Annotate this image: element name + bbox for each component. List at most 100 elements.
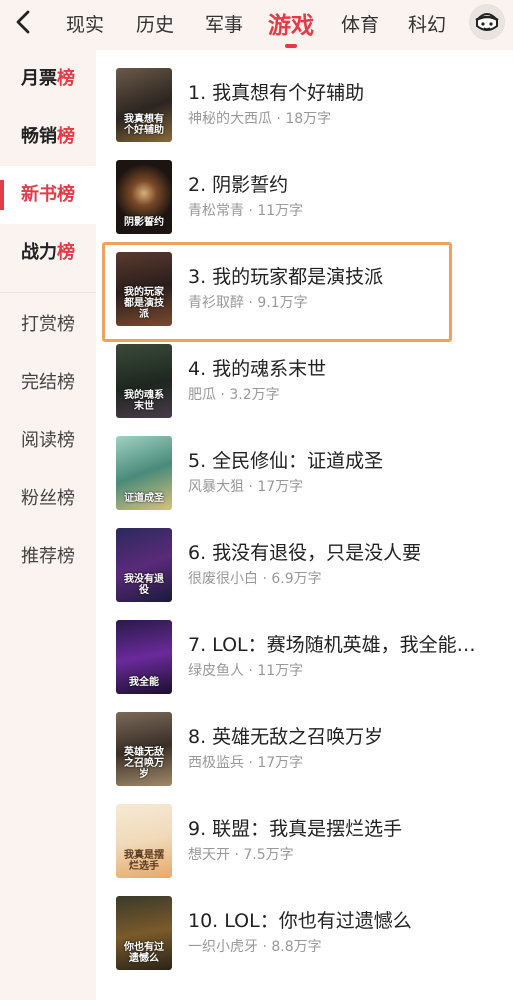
book-author: 西极监兵 [188,755,244,771]
sidebar-item-label: 推荐榜 [21,546,75,567]
book-title: 7. LOL：赛场随机英雄，我全能选手 [188,634,488,656]
book-cover: 我的魂系末世 [116,344,172,418]
book-author: 青衫取醉 [188,295,244,311]
list-item[interactable]: 我真想有个好辅助 1. 我真想有个好辅助 神秘的大西瓜 · 18万字 [96,50,513,142]
book-cover-title: 我真想有个好辅助 [124,114,164,136]
book-word-count: 17万字 [257,755,304,771]
sidebar-item-label-suffix: 榜 [57,126,75,147]
tab-tiyu[interactable]: 体育 [341,10,379,37]
book-cover-title: 我全能 [129,677,159,688]
book-title: 6. 我没有退役，只是没人要 [188,542,422,564]
book-title: 10. LOL：你也有过遗憾么 [188,910,412,932]
book-cover: 阴影誓约 [116,160,172,234]
list-item[interactable]: 我全能 7. LOL：赛场随机英雄，我全能选手 绿皮鱼人 · 11万字 [96,602,513,694]
book-meta: 青衫取醉 · 9.1万字 [188,295,308,311]
sidebar-item-label-suffix: 榜 [57,242,75,263]
chevron-left-icon [16,10,30,34]
book-meta: 想天开 · 7.5万字 [188,847,294,863]
sidebar-item-fensi[interactable]: 粉丝榜 [0,470,96,528]
tab-kehuan[interactable]: 科幻 [408,10,446,37]
list-item[interactable]: 证道成圣 5. 全民修仙：证道成圣 风暴大狙 · 17万字 [96,418,513,510]
sidebar-item-label: 粉丝榜 [21,488,75,509]
book-cover-title: 我的玩家都是演技派 [124,287,164,320]
book-word-count: 17万字 [257,479,304,495]
book-meta: 神秘的大西瓜 · 18万字 [188,111,332,127]
tab-junshi[interactable]: 军事 [205,10,243,37]
book-cover-title: 你也有过遗憾么 [124,942,164,964]
book-author: 想天开 [188,847,230,863]
tab-lishi[interactable]: 历史 [136,10,174,37]
book-author: 绿皮鱼人 [188,663,244,679]
book-word-count: 6.9万字 [271,571,322,587]
book-word-count: 3.2万字 [229,387,280,403]
avatar[interactable] [469,4,505,40]
top-nav-bar: 现实 历史 军事 游戏 体育 科幻 [0,0,513,48]
book-title: 2. 阴影誓约 [188,174,289,196]
book-author: 风暴大狙 [188,479,244,495]
list-item[interactable]: 英雄无敌之召唤万岁 8. 英雄无敌之召唤万岁 西极监兵 · 17万字 [96,694,513,786]
book-author: 青松常青 [188,203,244,219]
list-item[interactable]: 我没有退役 6. 我没有退役，只是没人要 很废很小白 · 6.9万字 [96,510,513,602]
back-button[interactable] [10,8,38,36]
sidebar-divider [0,292,96,293]
tab-xianshi[interactable]: 现实 [66,10,104,37]
book-word-count: 11万字 [257,203,304,219]
book-cover: 我真是摆烂选手 [116,804,172,878]
sidebar-item-label: 新书榜 [21,184,75,205]
book-ranking-list: 我真想有个好辅助 1. 我真想有个好辅助 神秘的大西瓜 · 18万字 阴影誓约 … [96,50,513,1000]
book-word-count: 8.8万字 [271,939,322,955]
sidebar-item-yuedu[interactable]: 阅读榜 [0,412,96,470]
avatar-icon [470,5,504,39]
sidebar-item-label: 完结榜 [21,372,75,393]
book-author: 神秘的大西瓜 [188,111,272,127]
book-cover: 我没有退役 [116,528,172,602]
book-author: 肥瓜 [188,387,216,403]
sidebar-item-dashang[interactable]: 打赏榜 [0,296,96,354]
book-word-count: 18万字 [285,111,332,127]
book-cover: 我的玩家都是演技派 [116,252,172,326]
book-word-count: 11万字 [257,663,304,679]
active-tab-indicator [285,44,297,48]
list-item[interactable]: 阴影誓约 2. 阴影誓约 青松常青 · 11万字 [96,142,513,234]
book-title: 9. 联盟：我真是摆烂选手 [188,818,403,840]
sidebar-item-tuijian[interactable]: 推荐榜 [0,528,96,586]
sidebar-item-xinshu[interactable]: 新书榜 [0,166,96,224]
book-cover-title: 证道成圣 [124,493,164,504]
book-meta: 很废很小白 · 6.9万字 [188,571,322,587]
tab-youxi-label: 游戏 [268,13,314,39]
book-title: 4. 我的魂系末世 [188,358,327,380]
list-item[interactable]: 我的玩家都是演技派 3. 我的玩家都是演技派 青衫取醉 · 9.1万字 [96,234,513,326]
book-author: 一织小虎牙 [188,939,258,955]
book-cover-title: 我没有退役 [124,574,164,596]
book-cover: 你也有过遗憾么 [116,896,172,970]
book-title: 3. 我的玩家都是演技派 [188,266,384,288]
book-meta: 一织小虎牙 · 8.8万字 [188,939,322,955]
sidebar-item-wanjie[interactable]: 完结榜 [0,354,96,412]
sidebar-item-label: 打赏榜 [21,314,75,335]
list-item[interactable]: 你也有过遗憾么 10. LOL：你也有过遗憾么 一织小虎牙 · 8.8万字 [96,878,513,970]
category-tabs: 现实 历史 军事 游戏 体育 科幻 [48,0,458,48]
book-meta: 青松常青 · 11万字 [188,203,304,219]
book-cover-title: 英雄无敌之召唤万岁 [124,747,164,780]
book-meta: 西极监兵 · 17万字 [188,755,304,771]
list-item[interactable]: 我真是摆烂选手 9. 联盟：我真是摆烂选手 想天开 · 7.5万字 [96,786,513,878]
book-meta: 绿皮鱼人 · 11万字 [188,663,304,679]
sidebar-item-yuepiao[interactable]: 月票榜 [0,50,96,108]
book-author: 很废很小白 [188,571,258,587]
book-cover: 英雄无敌之召唤万岁 [116,712,172,786]
tab-youxi[interactable]: 游戏 [268,6,314,48]
book-cover-title: 我真是摆烂选手 [124,850,164,872]
ranking-sidebar: 月票榜 畅销榜 新书榜 战力榜 打赏榜 完结榜 阅读榜 粉丝榜 推荐榜 [0,50,96,1000]
sidebar-item-label: 战力 [21,242,57,263]
sidebar-item-label: 畅销 [21,126,57,147]
list-item[interactable]: 我的魂系末世 4. 我的魂系末世 肥瓜 · 3.2万字 [96,326,513,418]
book-title: 1. 我真想有个好辅助 [188,82,365,104]
sidebar-item-changxiao[interactable]: 畅销榜 [0,108,96,166]
book-meta: 肥瓜 · 3.2万字 [188,387,280,403]
book-title: 8. 英雄无敌之召唤万岁 [188,726,384,748]
book-cover-title: 阴影誓约 [124,217,164,228]
sidebar-item-label: 阅读榜 [21,430,75,451]
book-cover: 我真想有个好辅助 [116,68,172,142]
book-meta: 风暴大狙 · 17万字 [188,479,304,495]
sidebar-item-zhanli[interactable]: 战力榜 [0,224,96,282]
